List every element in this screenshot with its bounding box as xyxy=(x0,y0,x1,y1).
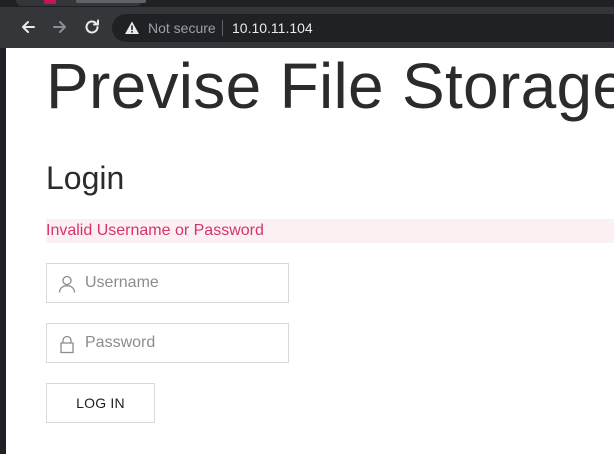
tab-favicon-icon xyxy=(44,0,56,4)
site-title: Previse File Storage xyxy=(46,50,614,122)
address-bar-divider xyxy=(222,20,223,36)
address-bar[interactable]: Not secure 10.10.11.104 xyxy=(112,14,614,42)
tab-strip xyxy=(0,0,614,7)
back-button[interactable] xyxy=(16,15,40,39)
reload-button[interactable] xyxy=(80,15,104,39)
username-field[interactable] xyxy=(46,263,289,303)
browser-toolbar: Not secure 10.10.11.104 xyxy=(0,7,614,48)
back-arrow-icon xyxy=(22,21,35,33)
tab-title xyxy=(76,0,146,3)
security-status-label[interactable]: Not secure xyxy=(148,20,216,36)
page-viewport: Previse File Storage Login Invalid Usern… xyxy=(6,48,614,454)
reload-icon xyxy=(85,19,99,34)
forward-arrow-icon xyxy=(53,21,66,33)
login-button[interactable]: LOG IN xyxy=(46,383,155,423)
lock-icon xyxy=(60,335,74,354)
warning-triangle-icon[interactable] xyxy=(124,20,140,36)
username-input[interactable] xyxy=(85,272,281,294)
login-heading: Login xyxy=(46,160,125,196)
password-field[interactable] xyxy=(46,323,289,363)
url-text[interactable]: 10.10.11.104 xyxy=(232,20,313,36)
password-input[interactable] xyxy=(85,332,281,354)
error-message: Invalid Username or Password xyxy=(46,222,264,239)
user-icon xyxy=(58,275,76,293)
forward-button[interactable] xyxy=(48,15,72,39)
error-alert: Invalid Username or Password xyxy=(46,219,614,243)
active-tab[interactable] xyxy=(16,0,146,6)
